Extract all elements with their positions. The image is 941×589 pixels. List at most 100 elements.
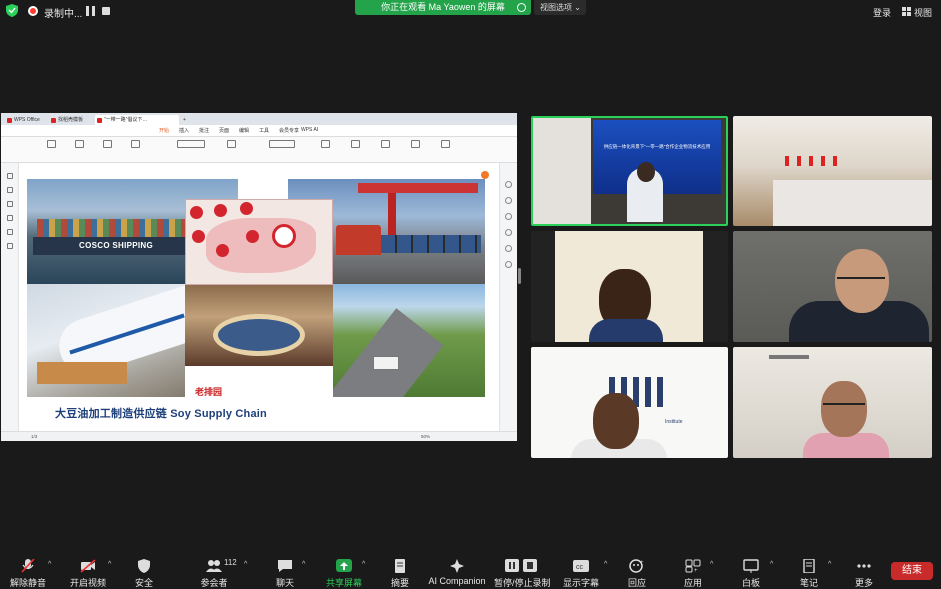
video-tile-participant-5[interactable]: Institute (531, 347, 728, 458)
wps-tab-home[interactable]: WPS Office (5, 115, 45, 125)
stop-recording-icon[interactable] (102, 7, 110, 15)
signature-icon[interactable] (7, 229, 13, 235)
wall-background (533, 118, 591, 224)
video-tile-participant-6[interactable] (733, 347, 932, 458)
menu-item-member[interactable]: 会员专享 (279, 127, 299, 134)
captions-options-caret[interactable]: ^ (604, 561, 612, 568)
menu-item-annotate[interactable]: 批注 (199, 127, 209, 134)
menu-item-insert[interactable]: 插入 (179, 127, 189, 134)
notification-badge-icon[interactable] (481, 171, 489, 179)
bookmark-icon[interactable] (7, 187, 13, 193)
video-tile-participant-3[interactable] (531, 231, 728, 342)
new-tab-button[interactable]: + (181, 115, 193, 125)
end-meeting-button[interactable]: 结束 (891, 562, 933, 580)
participants-options-caret[interactable]: ^ (244, 561, 252, 568)
ribbon-tool-4[interactable] (125, 139, 147, 159)
page-nav-control[interactable] (263, 139, 303, 159)
ribbon-tool-icon (227, 140, 236, 148)
grid-view-icon[interactable] (902, 7, 911, 16)
apps-button[interactable]: + 应用 (678, 557, 708, 588)
highway-road (333, 308, 444, 397)
menu-item-tools[interactable]: 工具 (259, 127, 269, 134)
share-options-caret[interactable]: ^ (362, 561, 370, 568)
more-button[interactable]: 更多 (848, 557, 880, 588)
view-button[interactable]: 视图 (914, 6, 932, 19)
ribbon-tool-1[interactable] (41, 139, 63, 159)
zoom-in-icon[interactable] (505, 181, 512, 188)
chat-button[interactable]: 聊天 (268, 557, 302, 588)
ribbon-tool-7[interactable] (345, 139, 367, 159)
layers-icon[interactable] (7, 243, 13, 249)
summary-button[interactable]: 摘要 (384, 557, 416, 588)
pause-stop-recording-button[interactable]: 暂停/停止录制 (494, 557, 551, 588)
video-tile-meeting-room[interactable] (733, 116, 932, 226)
unmute-button[interactable]: 解除静音 (6, 557, 50, 588)
wps-tab-label: 找稻壳模板 (58, 117, 84, 123)
participant-background (555, 231, 703, 342)
map-node (246, 230, 259, 243)
menu-item-edit[interactable]: 编辑 (239, 127, 249, 134)
zoom-control[interactable] (171, 139, 211, 159)
attachment-icon[interactable] (7, 215, 13, 221)
belt-road-map (185, 199, 333, 285)
whiteboard-icon (743, 559, 759, 573)
wps-tab-document[interactable]: “一带一路”倡议下… (95, 115, 179, 125)
ai-companion-icon (450, 559, 464, 573)
wps-tab-templates[interactable]: 找稻壳模板 (49, 115, 91, 125)
video-tile-speaker[interactable]: 供应链一体化背景下“一带一路”合作企业物流技术应用 (531, 116, 728, 226)
ribbon-tool-5[interactable] (221, 139, 243, 159)
security-shield-icon[interactable] (6, 4, 18, 17)
participants-icon (206, 560, 222, 572)
video-off-icon (80, 559, 96, 573)
ribbon-tool-icon (75, 140, 84, 148)
pause-recording-icon[interactable] (86, 6, 95, 16)
apps-options-caret[interactable]: ^ (710, 561, 718, 568)
video-options-caret[interactable]: ^ (108, 561, 116, 568)
speaker-head (637, 162, 655, 182)
top-bar: 录制中... 你正在观看 Ma Yaowen 的屏幕 视图选项 ⌄ 登录 视图 (0, 0, 941, 22)
whiteboard-options-caret[interactable]: ^ (770, 561, 778, 568)
map-node (216, 244, 229, 257)
ribbon-tool-2[interactable] (69, 139, 91, 159)
whiteboard-button[interactable]: 白板 (734, 557, 768, 588)
captions-button[interactable]: cc 显示字幕 (562, 557, 600, 588)
map-node (190, 206, 203, 219)
shared-screen: WPS Office 找稻壳模板 “一带一路”倡议下… + 开始 插入 批注 页… (1, 113, 517, 441)
help-icon[interactable] (505, 261, 512, 268)
menu-item-wps-ai[interactable]: WPS AI (301, 127, 318, 133)
zoom-out-icon[interactable] (505, 197, 512, 204)
pause-stop-recording-label: 暂停/停止录制 (494, 578, 551, 588)
audio-options-caret[interactable]: ^ (48, 561, 56, 568)
thumbnail-icon[interactable] (7, 173, 13, 179)
watermark-logo: 老排园 (195, 387, 223, 397)
ribbon-tool-10[interactable] (435, 139, 457, 159)
menu-item-start[interactable]: 开始 (159, 127, 169, 134)
notes-options-caret[interactable]: ^ (828, 561, 836, 568)
login-button[interactable]: 登录 (873, 6, 891, 19)
chat-options-caret[interactable]: ^ (302, 561, 310, 568)
reactions-button[interactable]: + 回应 (622, 557, 652, 588)
read-mode-icon[interactable] (505, 245, 512, 252)
round-table (213, 314, 305, 356)
menu-item-page[interactable]: 页面 (219, 127, 229, 134)
comment-icon[interactable] (7, 201, 13, 207)
shield-icon (138, 559, 150, 573)
split-view-handle[interactable] (518, 268, 521, 284)
video-tile-participant-4[interactable] (733, 231, 932, 342)
ribbon-tool-6[interactable] (315, 139, 337, 159)
rotate-icon[interactable] (505, 213, 512, 220)
start-video-button[interactable]: 开启视频 (64, 557, 112, 588)
recording-indicator-icon (28, 6, 38, 16)
ai-companion-button[interactable]: AI Companion (428, 557, 486, 586)
ribbon-tool-icon (441, 140, 450, 148)
page-indicator: 1/3 (31, 434, 38, 439)
notes-button[interactable]: 笔记 (792, 557, 826, 588)
ribbon-tool-9[interactable] (405, 139, 427, 159)
fit-page-icon[interactable] (505, 229, 512, 236)
share-screen-button[interactable]: 共享屏幕 (324, 557, 364, 588)
svg-text:cc: cc (576, 564, 584, 571)
ribbon-tool-8[interactable] (375, 139, 397, 159)
security-button[interactable]: 安全 (126, 557, 162, 588)
view-options-button[interactable]: 视图选项 ⌄ (534, 0, 586, 15)
ribbon-tool-3[interactable] (97, 139, 119, 159)
